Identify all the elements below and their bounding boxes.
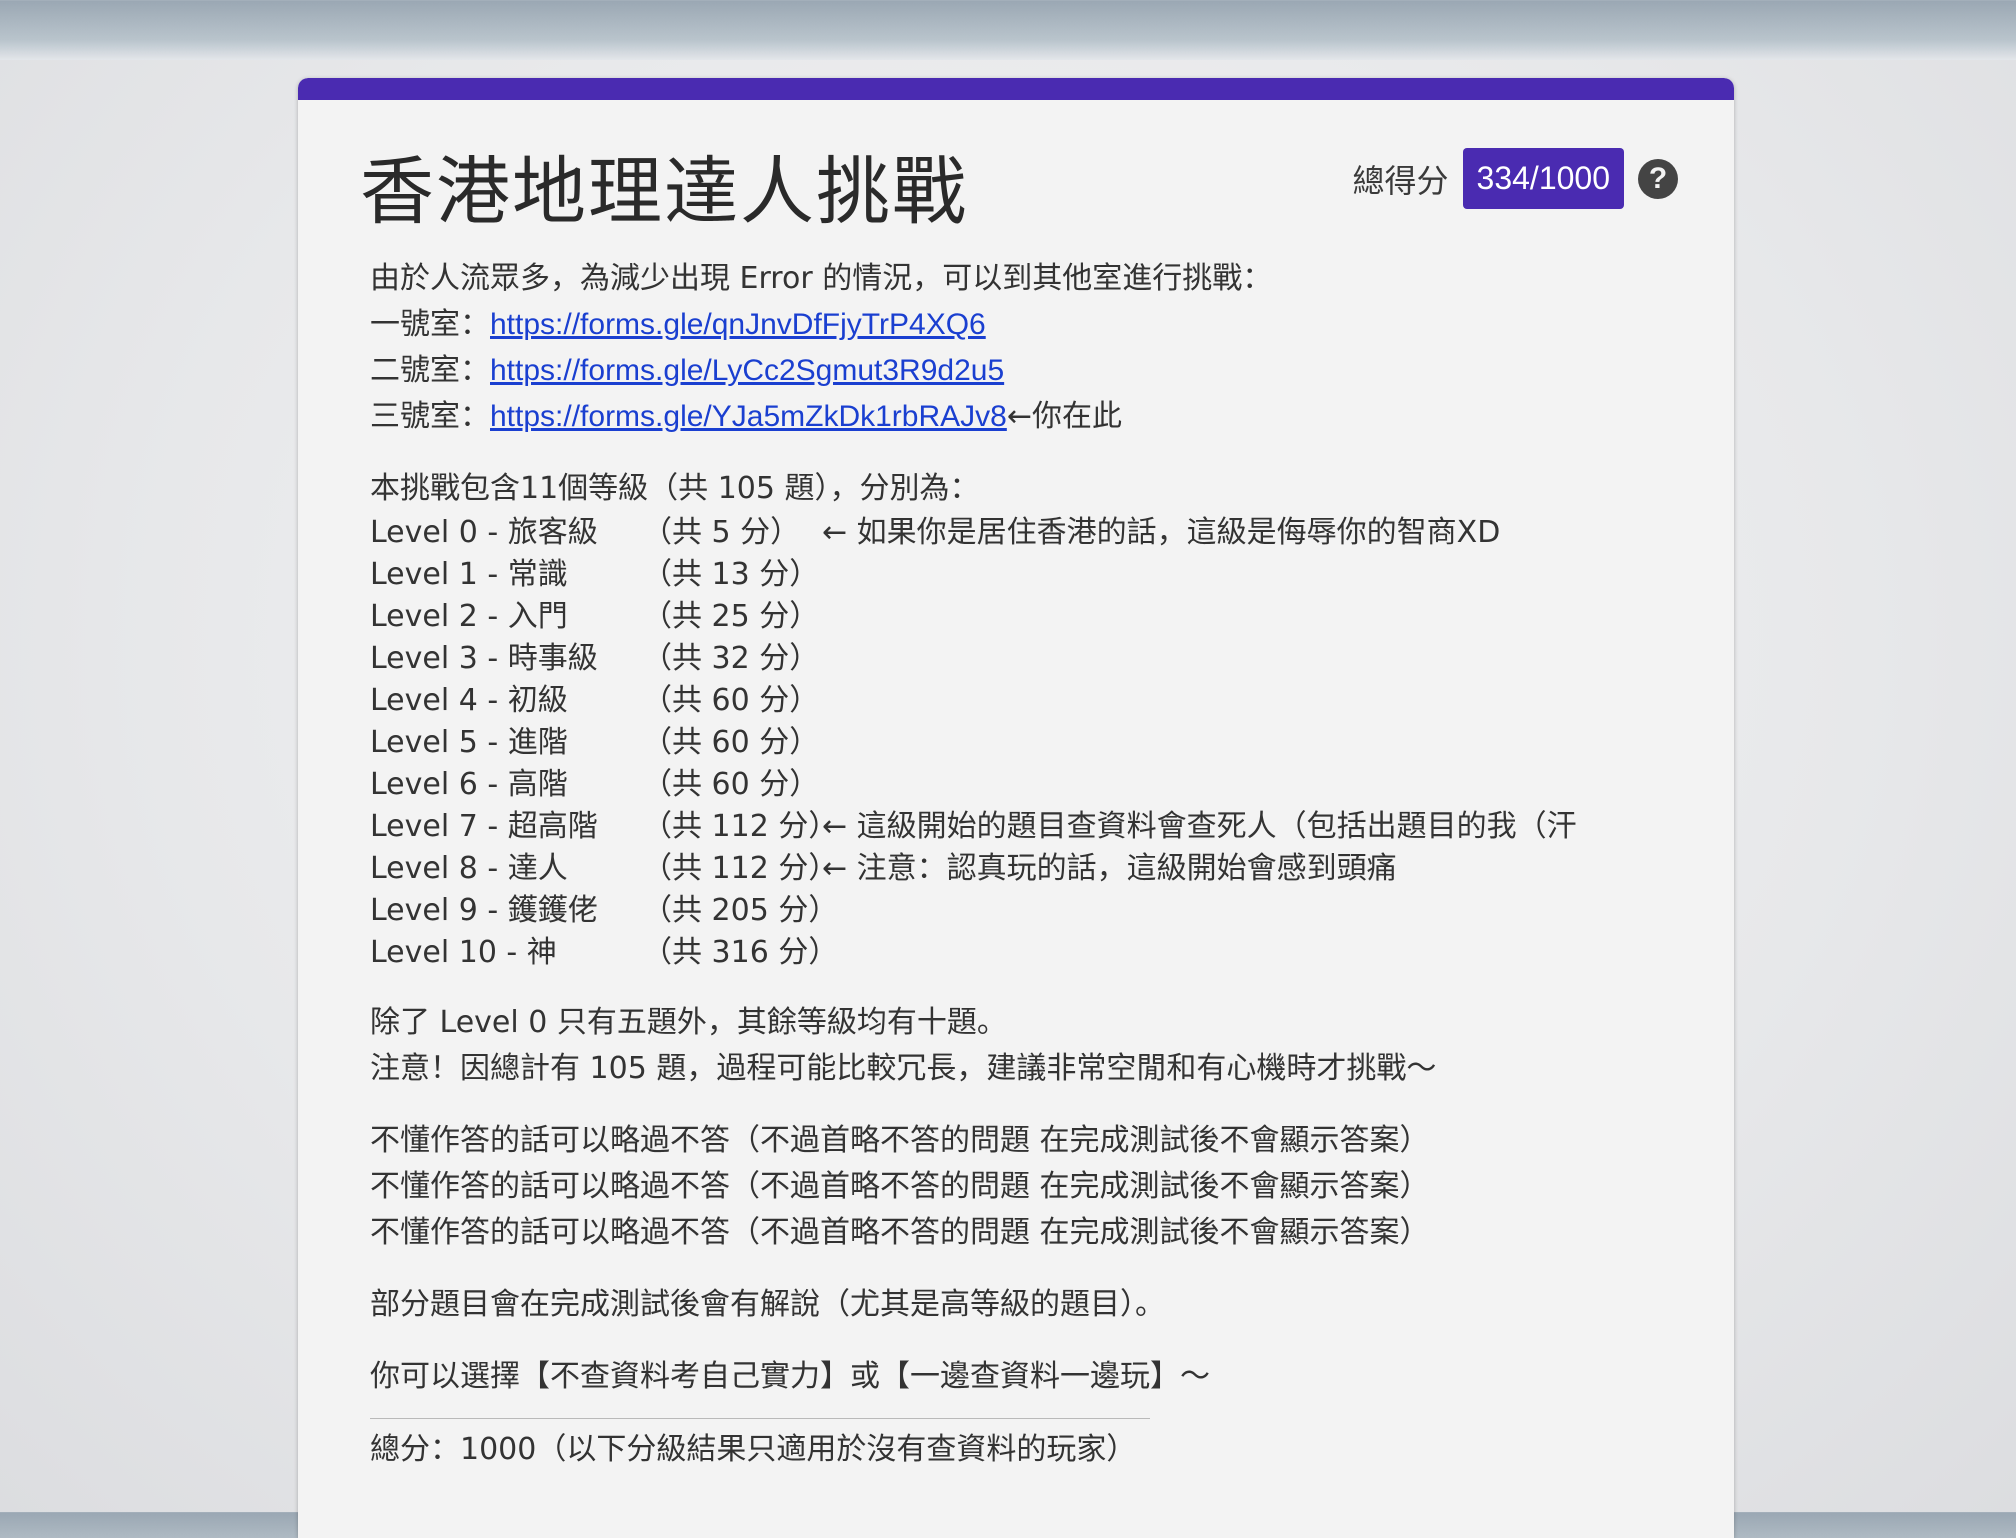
score-label: 總得分: [1352, 161, 1449, 200]
level-row: Level 6 - 高階 （共 60 分）: [370, 764, 1670, 806]
room-note: ←你在此: [1006, 399, 1122, 434]
level-points: （共 60 分）: [642, 725, 820, 760]
note-line: 除了 Level 0 只有五題外，其餘等級均有十題。: [370, 1005, 1007, 1040]
explain-line: 部分題目會在完成測試後會有解說（尤其是高等級的題目）。: [370, 1287, 1165, 1322]
levels-intro: 本挑戰包含11個等級（共 105 題），分別為：: [370, 471, 980, 506]
level-note: ← 這級開始的題目查資料會查死人（包括出題目的我（汗: [822, 809, 1577, 844]
room-link[interactable]: https://forms.gle/qnJnvDfFjyTrP4XQ6: [490, 308, 986, 341]
level-points: （共 5 分）: [642, 515, 801, 550]
room-label: 二號室：: [370, 353, 490, 388]
skip-line: 不懂作答的話可以略過不答（不過首略不答的問題 在完成測試後不會顯示答案）: [370, 1123, 1430, 1158]
form-card: 香港地理達人挑戰 總得分 334/1000 ? 由於人流眾多，為減少出現 Err…: [298, 78, 1734, 1538]
level-row: Level 1 - 常識 （共 13 分）: [370, 554, 1670, 596]
level-row: Level 4 - 初級 （共 60 分）: [370, 680, 1670, 722]
divider: [370, 1418, 1150, 1419]
level-name: Level 8 - 達人: [370, 851, 568, 886]
card-accent-bar: [298, 78, 1734, 100]
level-points: （共 32 分）: [642, 641, 820, 676]
room-label: 三號室：: [370, 399, 490, 434]
level-points: （共 316 分）: [642, 935, 839, 970]
room-label: 一號室：: [370, 307, 490, 342]
level-row: Level 9 - 鑊鑊佬 （共 205 分）: [370, 890, 1670, 932]
level-name: Level 2 - 入門: [370, 599, 568, 634]
room-link[interactable]: https://forms.gle/LyCc2Sgmut3R9d2u5: [490, 354, 1004, 387]
skip-line: 不懂作答的話可以略過不答（不過首略不答的問題 在完成測試後不會顯示答案）: [370, 1215, 1430, 1250]
room-row: 一號室：https://forms.gle/qnJnvDfFjyTrP4XQ6: [370, 302, 1670, 348]
level-note: ← 如果你是居住香港的話，這級是侮辱你的智商XD: [822, 515, 1501, 550]
level-row: Level 8 - 達人 （共 112 分） ← 注意：認真玩的話，這級開始會感…: [370, 848, 1670, 890]
level-points: （共 25 分）: [642, 599, 820, 634]
level-row: Level 3 - 時事級 （共 32 分）: [370, 638, 1670, 680]
level-name: Level 10 - 神: [370, 935, 557, 970]
level-row: Level 7 - 超高階 （共 112 分） ← 這級開始的題目查資料會查死人…: [370, 806, 1670, 848]
level-points: （共 60 分）: [642, 683, 820, 718]
choice-line: 你可以選擇【不查資料考自己實力】或【一邊查資料一邊玩】～: [370, 1359, 1210, 1394]
level-row: Level 10 - 神 （共 316 分）: [370, 932, 1670, 974]
level-name: Level 5 - 進階: [370, 725, 568, 760]
skip-line: 不懂作答的話可以略過不答（不過首略不答的問題 在完成測試後不會顯示答案）: [370, 1169, 1430, 1204]
rooms-intro: 由於人流眾多，為減少出現 Error 的情況，可以到其他室進行挑戰：: [370, 261, 1273, 296]
level-row: Level 2 - 入門 （共 25 分）: [370, 596, 1670, 638]
score-badge: 334/1000: [1462, 148, 1624, 209]
total-line: 總分：1000（以下分級結果只適用於沒有查資料的玩家）: [370, 1432, 1137, 1467]
level-name: Level 3 - 時事級: [370, 641, 598, 676]
room-link[interactable]: https://forms.gle/YJa5mZkDk1rbRAJv8: [490, 400, 1007, 433]
level-name: Level 1 - 常識: [370, 557, 568, 592]
level-points: （共 13 分）: [642, 557, 820, 592]
level-points: （共 112 分）: [642, 809, 839, 844]
level-name: Level 6 - 高階: [370, 767, 568, 802]
note-line: 注意！因總計有 105 題，過程可能比較冗長，建議非常空閒和有心機時才挑戰～: [370, 1051, 1437, 1086]
level-row: Level 0 - 旅客級 （共 5 分） ← 如果你是居住香港的話，這級是侮辱…: [370, 512, 1670, 554]
room-row: 三號室：https://forms.gle/YJa5mZkDk1rbRAJv8←…: [370, 394, 1670, 440]
level-points: （共 60 分）: [642, 767, 820, 802]
form-title: 香港地理達人挑戰: [360, 149, 968, 235]
level-name: Level 0 - 旅客級: [370, 515, 598, 550]
help-icon[interactable]: ?: [1638, 158, 1678, 199]
level-name: Level 7 - 超高階: [370, 809, 598, 844]
score-area: 總得分 334/1000 ?: [1353, 148, 1678, 209]
level-points: （共 112 分）: [642, 851, 839, 886]
level-name: Level 4 - 初級: [370, 683, 568, 718]
room-row: 二號室：https://forms.gle/LyCc2Sgmut3R9d2u5: [370, 348, 1670, 394]
form-description: 由於人流眾多，為減少出現 Error 的情況，可以到其他室進行挑戰： 一號室：h…: [370, 256, 1670, 1473]
level-row: Level 5 - 進階 （共 60 分）: [370, 722, 1670, 764]
level-note: ← 注意：認真玩的話，這級開始會感到頭痛: [822, 851, 1397, 886]
level-points: （共 205 分）: [642, 893, 839, 928]
level-name: Level 9 - 鑊鑊佬: [370, 893, 598, 928]
